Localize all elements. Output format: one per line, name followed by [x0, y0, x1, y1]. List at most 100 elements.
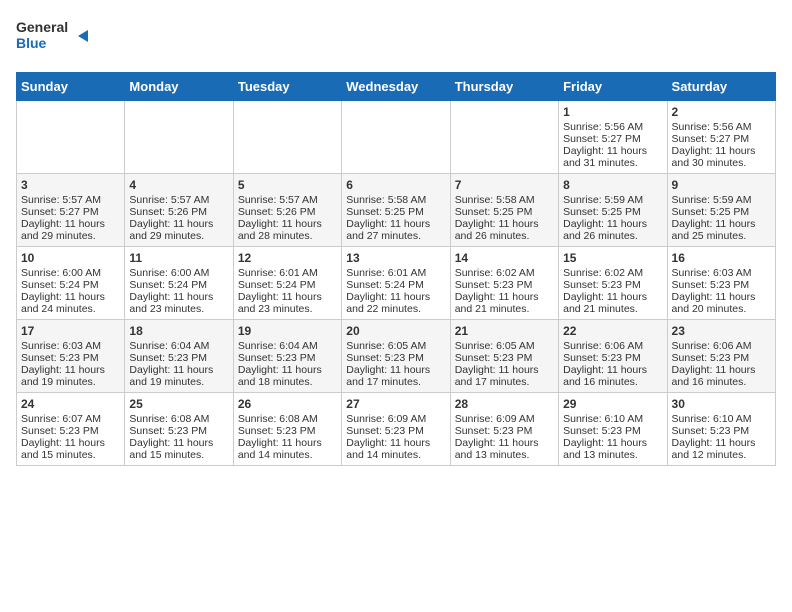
weekday-header-sunday: Sunday	[17, 73, 125, 101]
page-header: General Blue	[16, 16, 776, 60]
sunrise-text: Sunrise: 6:04 AM	[238, 340, 318, 352]
day-number: 3	[21, 178, 120, 192]
sunrise-text: Sunrise: 6:00 AM	[129, 267, 209, 279]
sunrise-text: Sunrise: 5:59 AM	[563, 194, 643, 206]
day-number: 16	[672, 251, 771, 265]
day-number: 30	[672, 397, 771, 411]
day-number: 11	[129, 251, 228, 265]
sunset-text: Sunset: 5:23 PM	[455, 425, 533, 437]
daylight-text: Daylight: 11 hours and 26 minutes.	[455, 218, 539, 242]
calendar-cell: 30 Sunrise: 6:10 AM Sunset: 5:23 PM Dayl…	[667, 393, 775, 466]
calendar-cell: 17 Sunrise: 6:03 AM Sunset: 5:23 PM Dayl…	[17, 320, 125, 393]
calendar-cell: 16 Sunrise: 6:03 AM Sunset: 5:23 PM Dayl…	[667, 247, 775, 320]
calendar-cell: 12 Sunrise: 6:01 AM Sunset: 5:24 PM Dayl…	[233, 247, 341, 320]
weekday-header-friday: Friday	[559, 73, 667, 101]
sunrise-text: Sunrise: 6:06 AM	[563, 340, 643, 352]
sunset-text: Sunset: 5:23 PM	[563, 352, 641, 364]
sunrise-text: Sunrise: 6:08 AM	[129, 413, 209, 425]
day-number: 8	[563, 178, 662, 192]
sunrise-text: Sunrise: 6:01 AM	[346, 267, 426, 279]
sunrise-text: Sunrise: 5:56 AM	[563, 121, 643, 133]
day-number: 29	[563, 397, 662, 411]
day-number: 24	[21, 397, 120, 411]
sunset-text: Sunset: 5:23 PM	[129, 352, 207, 364]
sunrise-text: Sunrise: 6:10 AM	[563, 413, 643, 425]
sunset-text: Sunset: 5:23 PM	[455, 279, 533, 291]
weekday-header-row: SundayMondayTuesdayWednesdayThursdayFrid…	[17, 73, 776, 101]
day-number: 26	[238, 397, 337, 411]
day-number: 25	[129, 397, 228, 411]
calendar-cell	[125, 101, 233, 174]
sunrise-text: Sunrise: 6:01 AM	[238, 267, 318, 279]
sunrise-text: Sunrise: 5:58 AM	[455, 194, 535, 206]
daylight-text: Daylight: 11 hours and 31 minutes.	[563, 145, 647, 169]
sunrise-text: Sunrise: 6:00 AM	[21, 267, 101, 279]
sunset-text: Sunset: 5:23 PM	[672, 425, 750, 437]
sunset-text: Sunset: 5:23 PM	[563, 425, 641, 437]
daylight-text: Daylight: 11 hours and 14 minutes.	[346, 437, 430, 461]
sunrise-text: Sunrise: 6:09 AM	[346, 413, 426, 425]
sunset-text: Sunset: 5:27 PM	[563, 133, 641, 145]
day-number: 4	[129, 178, 228, 192]
sunset-text: Sunset: 5:23 PM	[238, 352, 316, 364]
calendar-cell: 7 Sunrise: 5:58 AM Sunset: 5:25 PM Dayli…	[450, 174, 558, 247]
calendar-cell: 23 Sunrise: 6:06 AM Sunset: 5:23 PM Dayl…	[667, 320, 775, 393]
day-number: 2	[672, 105, 771, 119]
day-number: 21	[455, 324, 554, 338]
sunset-text: Sunset: 5:23 PM	[563, 279, 641, 291]
day-number: 20	[346, 324, 445, 338]
sunrise-text: Sunrise: 5:56 AM	[672, 121, 752, 133]
sunset-text: Sunset: 5:25 PM	[563, 206, 641, 218]
calendar-cell: 20 Sunrise: 6:05 AM Sunset: 5:23 PM Dayl…	[342, 320, 450, 393]
sunset-text: Sunset: 5:24 PM	[346, 279, 424, 291]
calendar-week-5: 24 Sunrise: 6:07 AM Sunset: 5:23 PM Dayl…	[17, 393, 776, 466]
sunset-text: Sunset: 5:25 PM	[455, 206, 533, 218]
general-blue-logo: General Blue	[16, 16, 96, 60]
sunrise-text: Sunrise: 6:03 AM	[21, 340, 101, 352]
daylight-text: Daylight: 11 hours and 14 minutes.	[238, 437, 322, 461]
sunrise-text: Sunrise: 6:07 AM	[21, 413, 101, 425]
calendar-cell: 6 Sunrise: 5:58 AM Sunset: 5:25 PM Dayli…	[342, 174, 450, 247]
calendar-cell: 14 Sunrise: 6:02 AM Sunset: 5:23 PM Dayl…	[450, 247, 558, 320]
weekday-header-wednesday: Wednesday	[342, 73, 450, 101]
sunset-text: Sunset: 5:23 PM	[672, 279, 750, 291]
calendar-week-2: 3 Sunrise: 5:57 AM Sunset: 5:27 PM Dayli…	[17, 174, 776, 247]
sunset-text: Sunset: 5:27 PM	[21, 206, 99, 218]
daylight-text: Daylight: 11 hours and 15 minutes.	[129, 437, 213, 461]
day-number: 12	[238, 251, 337, 265]
sunset-text: Sunset: 5:23 PM	[21, 352, 99, 364]
calendar-cell: 18 Sunrise: 6:04 AM Sunset: 5:23 PM Dayl…	[125, 320, 233, 393]
calendar-cell: 27 Sunrise: 6:09 AM Sunset: 5:23 PM Dayl…	[342, 393, 450, 466]
sunset-text: Sunset: 5:23 PM	[238, 425, 316, 437]
sunset-text: Sunset: 5:25 PM	[672, 206, 750, 218]
calendar-cell: 26 Sunrise: 6:08 AM Sunset: 5:23 PM Dayl…	[233, 393, 341, 466]
day-number: 15	[563, 251, 662, 265]
daylight-text: Daylight: 11 hours and 25 minutes.	[672, 218, 756, 242]
calendar-cell: 25 Sunrise: 6:08 AM Sunset: 5:23 PM Dayl…	[125, 393, 233, 466]
sunrise-text: Sunrise: 6:05 AM	[455, 340, 535, 352]
daylight-text: Daylight: 11 hours and 19 minutes.	[129, 364, 213, 388]
sunset-text: Sunset: 5:24 PM	[129, 279, 207, 291]
sunset-text: Sunset: 5:23 PM	[672, 352, 750, 364]
sunset-text: Sunset: 5:24 PM	[238, 279, 316, 291]
day-number: 17	[21, 324, 120, 338]
calendar-cell: 19 Sunrise: 6:04 AM Sunset: 5:23 PM Dayl…	[233, 320, 341, 393]
daylight-text: Daylight: 11 hours and 17 minutes.	[346, 364, 430, 388]
day-number: 22	[563, 324, 662, 338]
sunset-text: Sunset: 5:23 PM	[346, 425, 424, 437]
daylight-text: Daylight: 11 hours and 16 minutes.	[563, 364, 647, 388]
day-number: 13	[346, 251, 445, 265]
daylight-text: Daylight: 11 hours and 16 minutes.	[672, 364, 756, 388]
calendar-cell: 24 Sunrise: 6:07 AM Sunset: 5:23 PM Dayl…	[17, 393, 125, 466]
daylight-text: Daylight: 11 hours and 18 minutes.	[238, 364, 322, 388]
sunrise-text: Sunrise: 6:02 AM	[455, 267, 535, 279]
weekday-header-thursday: Thursday	[450, 73, 558, 101]
logo: General Blue	[16, 16, 96, 60]
calendar-cell: 15 Sunrise: 6:02 AM Sunset: 5:23 PM Dayl…	[559, 247, 667, 320]
sunset-text: Sunset: 5:24 PM	[21, 279, 99, 291]
daylight-text: Daylight: 11 hours and 21 minutes.	[455, 291, 539, 315]
calendar-cell	[342, 101, 450, 174]
calendar-cell: 10 Sunrise: 6:00 AM Sunset: 5:24 PM Dayl…	[17, 247, 125, 320]
day-number: 7	[455, 178, 554, 192]
weekday-header-tuesday: Tuesday	[233, 73, 341, 101]
